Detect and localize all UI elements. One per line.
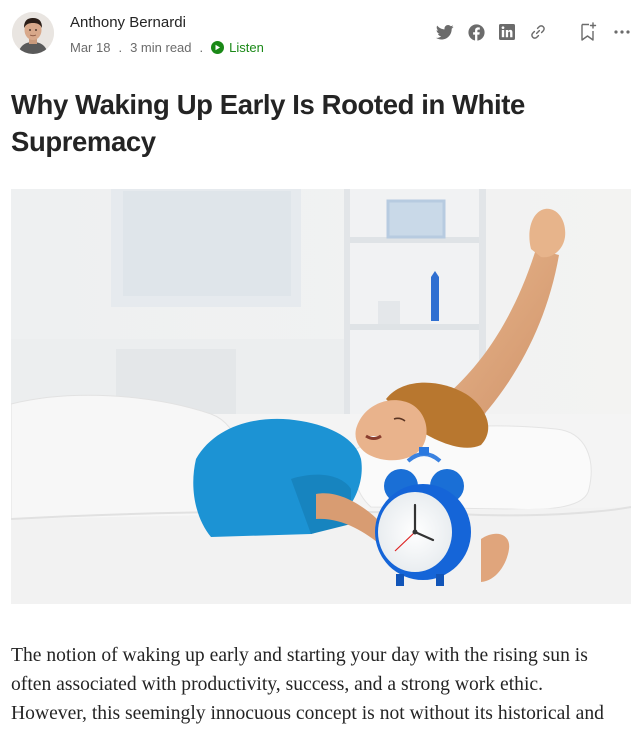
- article-header: Anthony Bernardi Mar 18 . 3 min read . L…: [12, 10, 632, 60]
- meta-separator: .: [118, 40, 123, 55]
- paragraph-line: often associated with productivity, succ…: [11, 674, 543, 695]
- linkedin-icon[interactable]: [497, 22, 517, 42]
- paragraph-line: The notion of waking up early and starti…: [11, 645, 588, 666]
- article-meta: Mar 18 . 3 min read . Listen: [70, 40, 264, 55]
- article-actions: [424, 22, 632, 42]
- author-avatar[interactable]: [12, 12, 54, 54]
- link-icon[interactable]: [528, 22, 548, 42]
- paragraph-line: However, this seemingly innocuous concep…: [11, 703, 604, 724]
- publish-date: Mar 18: [70, 40, 111, 55]
- article-body: The notion of waking up early and starti…: [11, 641, 631, 728]
- hero-illustration: [11, 189, 631, 604]
- read-time: 3 min read: [130, 40, 192, 55]
- author-name[interactable]: Anthony Bernardi: [70, 14, 186, 31]
- bookmark-add-icon[interactable]: [578, 22, 598, 42]
- article-title: Why Waking Up Early Is Rooted in White S…: [11, 89, 525, 157]
- twitter-icon[interactable]: [435, 22, 455, 42]
- listen-button[interactable]: Listen: [211, 40, 264, 55]
- meta-separator: .: [199, 40, 204, 55]
- listen-label: Listen: [229, 40, 264, 55]
- more-icon[interactable]: [612, 22, 632, 42]
- article-hero-image[interactable]: [11, 189, 631, 604]
- share-icons: [424, 22, 548, 42]
- play-icon: [211, 41, 225, 54]
- facebook-icon[interactable]: [466, 22, 486, 42]
